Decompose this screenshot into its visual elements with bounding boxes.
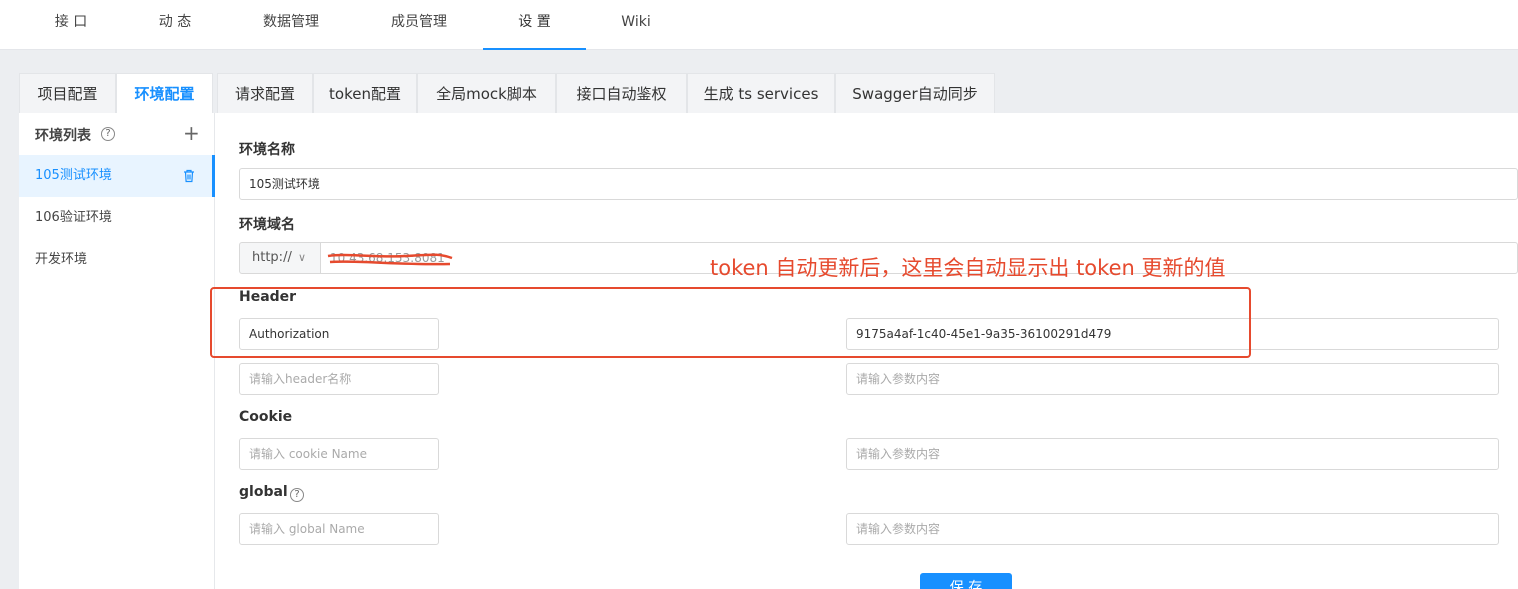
chevron-down-icon: ∨ (298, 251, 307, 264)
nav-item-settings[interactable]: 设 置 (483, 0, 586, 50)
global-label: global (239, 484, 288, 500)
protocol-select[interactable]: http:// ∨ (239, 242, 321, 274)
env-item-106[interactable]: 106验证环境 (19, 197, 215, 239)
tab-ts-services[interactable]: 生成 ts services (687, 73, 835, 113)
env-name-label: 环境名称 (239, 142, 295, 158)
cookie-value-input[interactable]: 请输入参数内容 (846, 438, 1499, 470)
tab-env-config[interactable]: 环境配置 (116, 73, 213, 113)
env-item-105[interactable]: 105测试环境 (19, 155, 215, 197)
annotation-text: token 自动更新后，这里会自动显示出 token 更新的值 (710, 256, 1226, 280)
env-item-label: 105测试环境 (35, 168, 112, 183)
global-help-icon[interactable]: ? (290, 488, 304, 502)
env-list-header: 环境列表 ? + (19, 113, 215, 155)
tab-auto-auth[interactable]: 接口自动鉴权 (556, 73, 687, 113)
nav-item-data[interactable]: 数据管理 (252, 0, 330, 50)
env-name-input[interactable]: 105测试环境 (239, 168, 1518, 200)
tab-project-config[interactable]: 项目配置 (19, 73, 116, 113)
tab-global-mock[interactable]: 全局mock脚本 (417, 73, 556, 113)
env-list-title: 环境列表 (35, 128, 91, 144)
env-item-dev[interactable]: 开发环境 (19, 239, 215, 281)
cookie-label: Cookie (239, 409, 293, 425)
nav-item-activity[interactable]: 动 态 (145, 0, 205, 50)
trash-icon[interactable] (183, 169, 195, 183)
global-name-input[interactable]: 请输入 global Name (239, 513, 439, 545)
nav-item-wiki[interactable]: Wiki (610, 0, 662, 50)
tab-swagger-sync[interactable]: Swagger自动同步 (835, 73, 995, 113)
redaction-scribble (327, 253, 453, 266)
env-item-label: 开发环境 (35, 252, 88, 267)
tab-request-config[interactable]: 请求配置 (217, 73, 313, 113)
env-domain-label: 环境域名 (239, 217, 295, 233)
header-value-input-empty[interactable]: 请输入参数内容 (846, 363, 1499, 395)
nav-item-api[interactable]: 接 口 (40, 0, 102, 50)
protocol-value: http:// (252, 250, 292, 265)
cookie-name-input[interactable]: 请输入 cookie Name (239, 438, 439, 470)
help-icon[interactable]: ? (101, 127, 115, 141)
add-env-icon[interactable]: + (183, 123, 200, 143)
header-name-input-empty[interactable]: 请输入header名称 (239, 363, 439, 395)
global-value-input[interactable]: 请输入参数内容 (846, 513, 1499, 545)
top-nav: 接 口 动 态 数据管理 成员管理 设 置 Wiki (0, 0, 1518, 50)
save-button[interactable]: 保 存 (920, 573, 1012, 589)
env-sidebar: 环境列表 ? + 105测试环境 106验证环境 开发环境 (19, 113, 215, 589)
nav-item-members[interactable]: 成员管理 (380, 0, 458, 50)
tab-token-config[interactable]: token配置 (313, 73, 417, 113)
env-item-label: 106验证环境 (35, 210, 112, 225)
annotation-box (210, 287, 1251, 358)
